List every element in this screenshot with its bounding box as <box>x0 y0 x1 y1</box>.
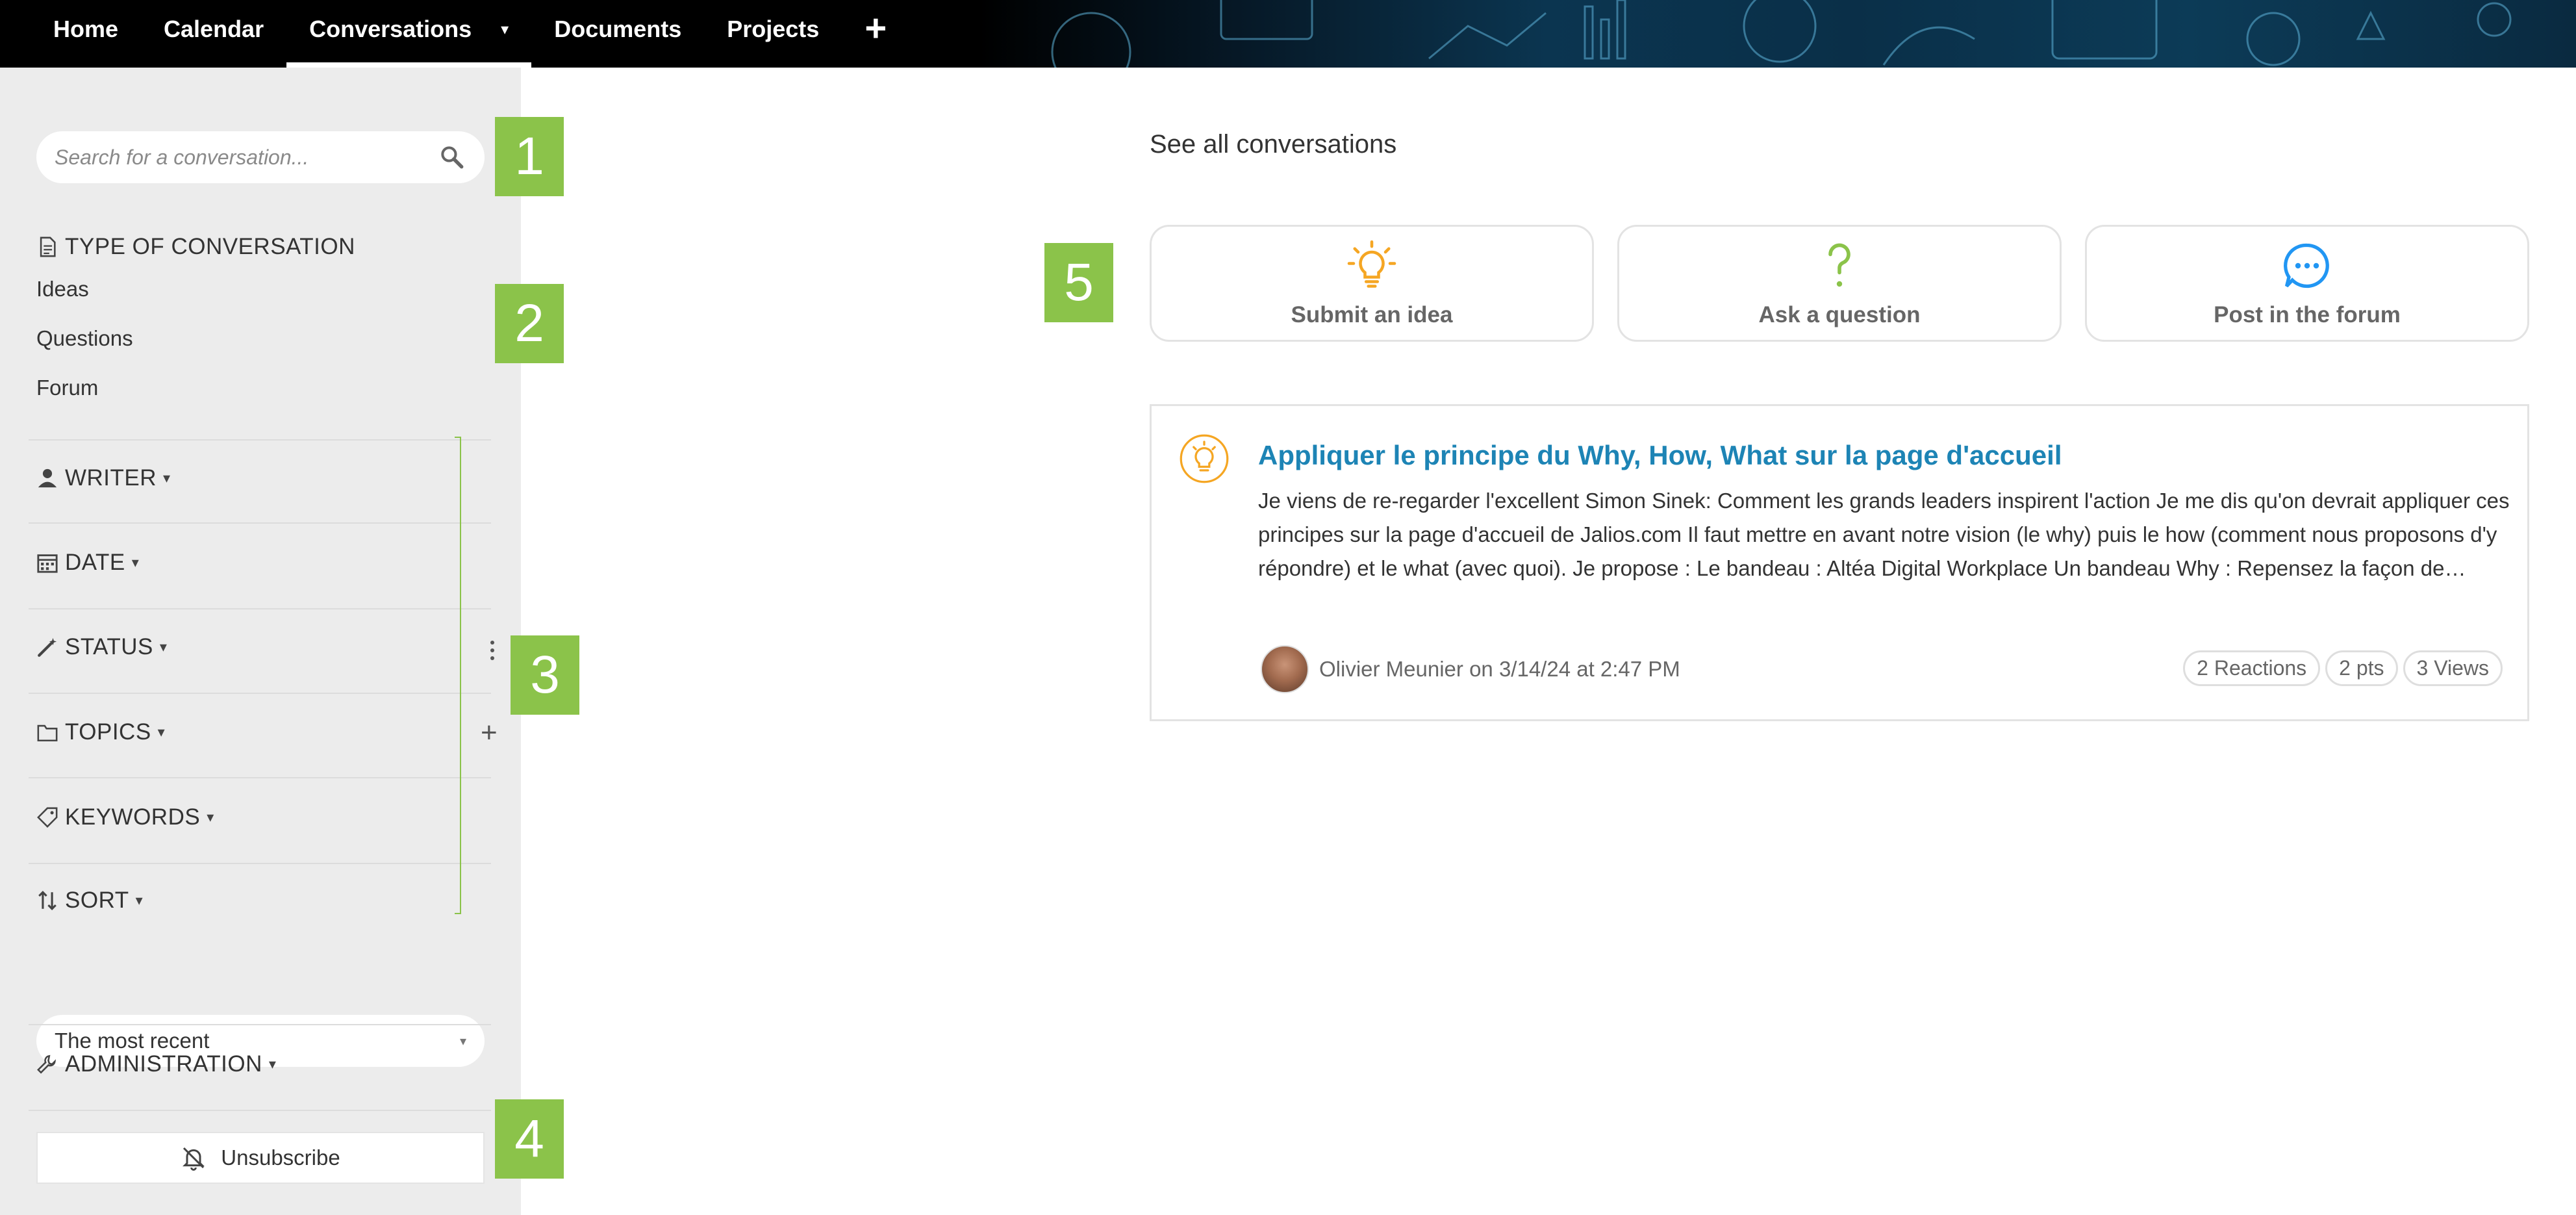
type-questions-link[interactable]: Questions <box>36 326 133 351</box>
caret-down-icon: ▾ <box>459 1034 466 1049</box>
caret-down-icon[interactable]: ▾ <box>494 0 532 68</box>
ask-question-label: Ask a question <box>1758 302 1921 327</box>
marker-1: 1 <box>495 117 564 196</box>
conversation-stats: 2 Reactions 2 pts 3 Views <box>2183 650 2503 686</box>
plus-icon[interactable]: + <box>842 0 909 68</box>
divider <box>29 522 491 524</box>
type-forum-link[interactable]: Forum <box>36 376 98 400</box>
user-icon <box>38 468 57 488</box>
filter-status[interactable]: STATUS ▾ <box>36 634 167 660</box>
filter-sort-label: SORT <box>65 888 129 913</box>
divider <box>29 777 491 778</box>
type-of-conversation-title: TYPE OF CONVERSATION <box>36 234 355 260</box>
search-box <box>36 131 485 183</box>
lightbulb-icon <box>1180 434 1229 483</box>
submit-idea-label: Submit an idea <box>1291 302 1453 327</box>
nav-conversations[interactable]: Conversations <box>286 0 495 68</box>
type-ideas-link[interactable]: Ideas <box>36 277 89 301</box>
conversation-excerpt: Je viens de re-regarder l'excellent Simo… <box>1258 489 2510 580</box>
calendar-icon <box>37 554 58 573</box>
filter-status-label: STATUS <box>65 634 153 659</box>
divider <box>29 1024 491 1025</box>
question-icon <box>1828 243 1850 287</box>
views-badge: 3 Views <box>2403 650 2503 686</box>
document-icon <box>40 237 56 257</box>
nav-projects[interactable]: Projects <box>704 0 842 68</box>
filter-writer-label: WRITER <box>65 465 157 491</box>
caret-down-icon: ▾ <box>131 554 140 570</box>
nav-documents[interactable]: Documents <box>531 0 704 68</box>
post-forum-button[interactable]: Post in the forum <box>2085 225 2529 342</box>
ask-question-button[interactable]: Ask a question <box>1617 225 2062 342</box>
divider <box>29 1110 491 1111</box>
sort-select-value: The most recent <box>55 1029 210 1053</box>
filter-topics-label: TOPICS <box>65 719 151 745</box>
caret-down-icon: ▾ <box>159 639 168 655</box>
filter-date-label: DATE <box>65 550 125 575</box>
see-all-conversations-link[interactable]: See all conversations <box>1150 130 1396 159</box>
avatar[interactable] <box>1261 645 1309 693</box>
conversation-card: Appliquer le principe du Why, How, What … <box>1150 404 2529 721</box>
chat-bubble-icon <box>2284 243 2329 288</box>
top-navigation-bar: Home Calendar Conversations ▾ Documents … <box>0 0 2576 68</box>
submit-idea-button[interactable]: Submit an idea <box>1150 225 1594 342</box>
add-topic-plus-icon[interactable]: + <box>481 719 498 747</box>
administration-section[interactable]: ADMINISTRATION ▾ <box>36 1051 276 1077</box>
filter-sort[interactable]: SORT ▾ <box>36 888 143 914</box>
filter-keywords[interactable]: KEYWORDS ▾ <box>36 804 214 830</box>
banner-decoration <box>1051 0 2512 68</box>
unsubscribe-button[interactable]: Unsubscribe <box>36 1132 485 1184</box>
caret-down-icon: ▾ <box>135 892 144 908</box>
search-input[interactable] <box>55 145 438 170</box>
reactions-badge[interactable]: 2 Reactions <box>2183 650 2321 686</box>
post-forum-label: Post in the forum <box>2214 302 2401 327</box>
administration-label: ADMINISTRATION <box>65 1051 262 1077</box>
folder-icon <box>37 724 58 742</box>
divider <box>29 608 491 609</box>
tag-icon <box>37 807 58 828</box>
caret-down-icon: ▾ <box>207 809 214 825</box>
filter-date[interactable]: DATE ▾ <box>36 550 139 576</box>
filter-group-bracket <box>455 437 461 914</box>
nav-home[interactable]: Home <box>0 0 141 68</box>
divider <box>29 439 491 441</box>
wrench-icon <box>37 1055 57 1074</box>
caret-down-icon: ▾ <box>268 1056 277 1072</box>
lightbulb-icon <box>1347 240 1396 288</box>
filter-topics[interactable]: TOPICS ▾ <box>36 719 165 745</box>
filter-writer[interactable]: WRITER ▾ <box>36 465 171 491</box>
search-icon[interactable] <box>438 143 466 172</box>
marker-4: 4 <box>495 1099 564 1179</box>
conversation-meta: Olivier Meunier on 3/14/24 at 2:47 PM <box>1261 645 1680 693</box>
marker-2: 2 <box>495 284 564 363</box>
sort-icon <box>38 891 57 910</box>
more-options-icon[interactable] <box>487 641 498 660</box>
divider <box>29 863 491 864</box>
filter-sidebar: TYPE OF CONVERSATION Ideas Questions For… <box>0 68 521 1215</box>
points-badge: 2 pts <box>2325 650 2398 686</box>
caret-down-icon: ▾ <box>157 724 166 740</box>
conversation-title-link[interactable]: Appliquer le principe du Why, How, What … <box>1258 440 2062 471</box>
filter-keywords-label: KEYWORDS <box>65 804 201 830</box>
magic-wand-icon <box>38 637 57 657</box>
caret-down-icon: ▾ <box>163 470 171 486</box>
type-of-conversation-label: TYPE OF CONVERSATION <box>65 234 355 259</box>
bell-off-icon <box>183 1147 205 1171</box>
marker-3: 3 <box>511 635 579 715</box>
conversation-author[interactable]: Olivier Meunier on 3/14/24 at 2:47 PM <box>1319 657 1680 682</box>
unsubscribe-label: Unsubscribe <box>221 1145 340 1170</box>
marker-5: 5 <box>1044 243 1113 322</box>
divider <box>29 693 491 694</box>
nav-calendar[interactable]: Calendar <box>141 0 286 68</box>
